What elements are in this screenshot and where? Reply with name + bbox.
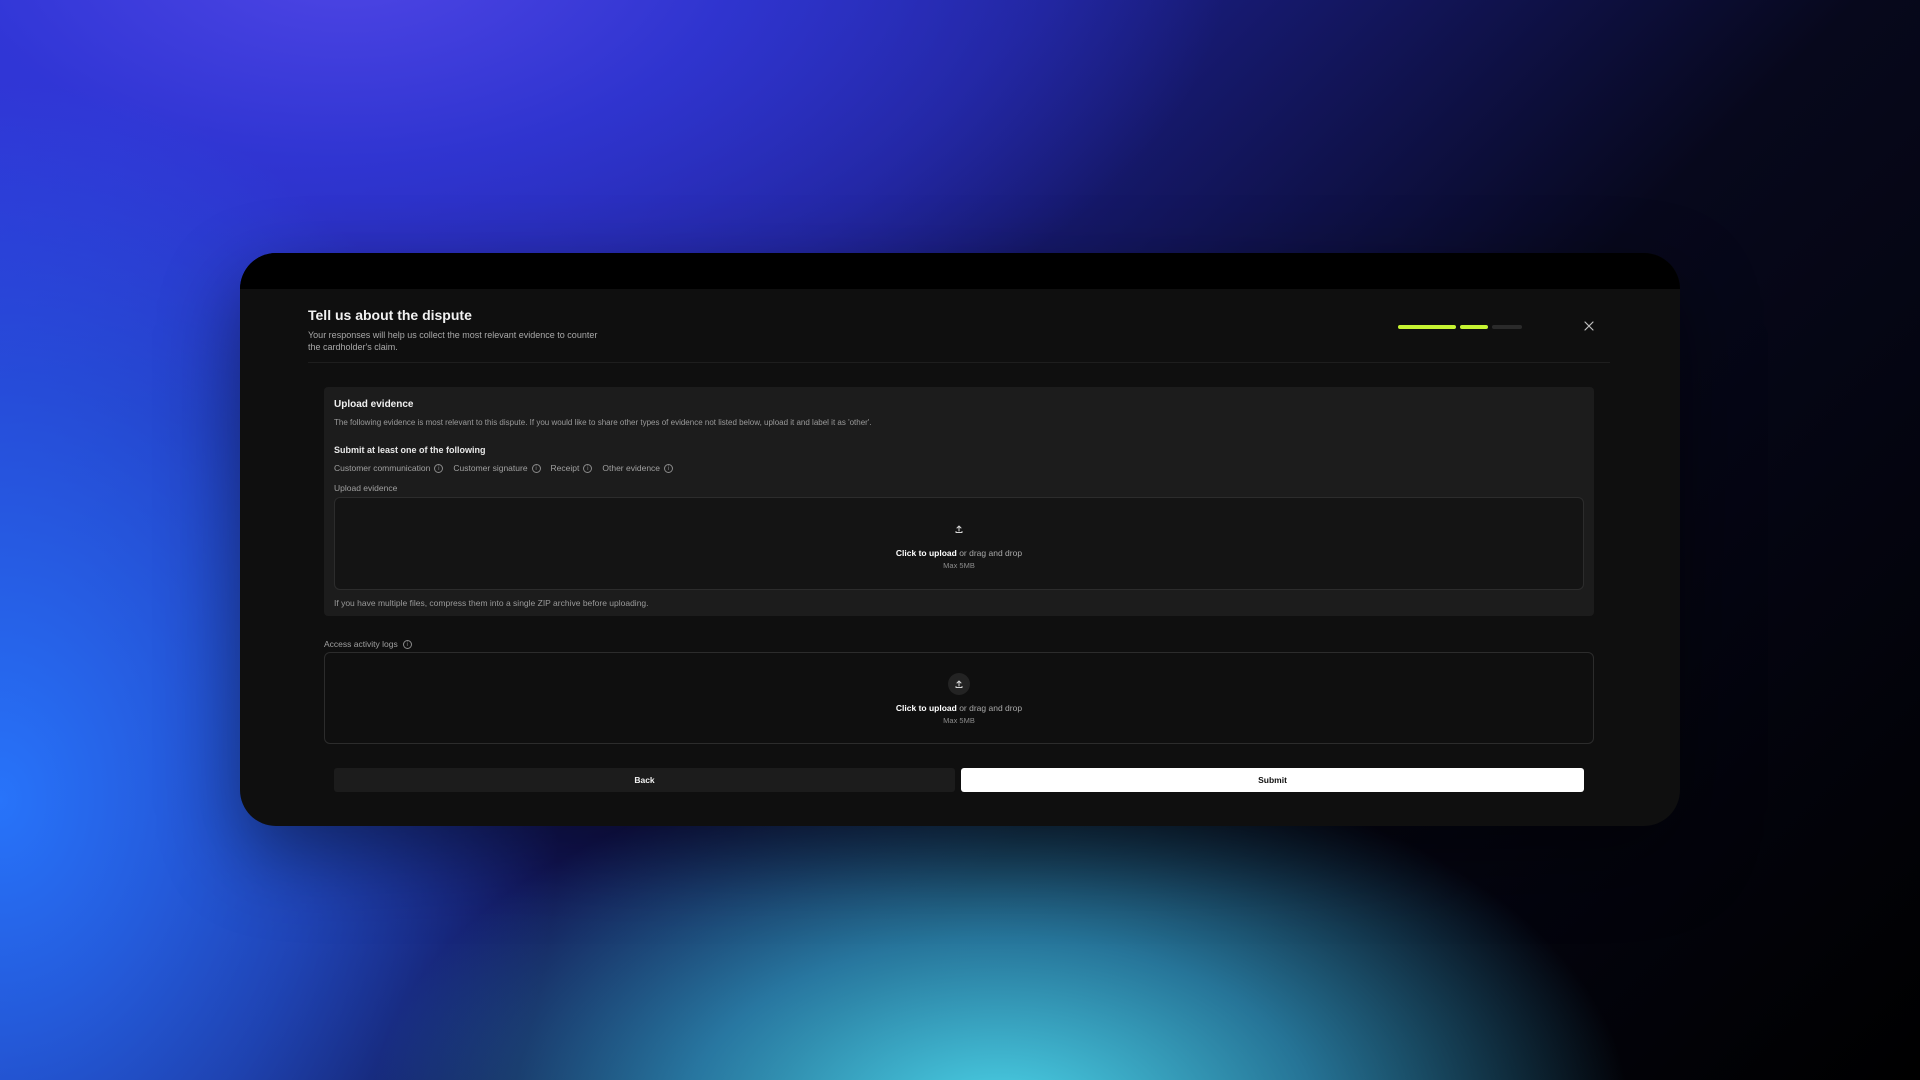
upload-instruction: Click to upload or drag and drop (335, 548, 1583, 558)
zip-hint: If you have multiple files, compress the… (334, 598, 649, 608)
requirement-title: Submit at least one of the following (334, 445, 486, 455)
close-button[interactable] (1583, 321, 1595, 333)
info-icon[interactable]: i (531, 463, 541, 473)
info-icon[interactable]: i (583, 463, 593, 473)
requirement-item: Customer communication i (334, 463, 444, 473)
modal-header: Tell us about the dispute Your responses… (308, 307, 1610, 365)
upload-evidence-label: Upload evidence (334, 483, 398, 493)
activity-logs-dropzone[interactable]: Click to upload or drag and drop Max 5MB (324, 652, 1594, 744)
progress-step (1492, 325, 1522, 329)
dispute-modal-window: Tell us about the dispute Your responses… (240, 253, 1680, 826)
click-to-upload-link[interactable]: Click to upload (896, 703, 957, 713)
close-icon (1584, 321, 1594, 331)
info-icon[interactable]: i (402, 639, 412, 649)
click-to-upload-link[interactable]: Click to upload (896, 548, 957, 558)
evidence-dropzone[interactable]: Click to upload or drag and drop Max 5MB (334, 497, 1584, 590)
requirement-label: Other evidence (602, 463, 661, 473)
page-title: Tell us about the dispute (308, 307, 472, 323)
requirement-item: Other evidence i (602, 463, 674, 473)
drag-drop-text: or drag and drop (956, 548, 1023, 558)
progress-step (1398, 325, 1456, 329)
requirement-list: Customer communication i Customer signat… (334, 463, 674, 473)
requirement-item: Receipt i (551, 463, 593, 473)
requirement-item: Customer signature i (453, 463, 541, 473)
page-subtitle: Your responses will help us collect the … (308, 330, 598, 352)
header-divider (308, 362, 1610, 363)
requirement-label: Customer communication (334, 463, 431, 473)
upload-instruction: Click to upload or drag and drop (325, 703, 1593, 713)
info-icon[interactable]: i (664, 463, 674, 473)
requirement-label: Receipt (550, 463, 580, 473)
section-title: Upload evidence (334, 399, 414, 410)
progress-step (1460, 325, 1488, 329)
submit-button[interactable]: Submit (961, 768, 1584, 792)
requirement-label: Customer signature (453, 463, 528, 473)
upload-max-size: Max 5MB (943, 561, 975, 570)
window-topbar (240, 253, 1680, 289)
progress-bar (1398, 325, 1522, 329)
upload-icon (948, 673, 970, 695)
back-button[interactable]: Back (334, 768, 955, 792)
drag-drop-text: or drag and drop (956, 703, 1023, 713)
progress-indicator (1398, 325, 1522, 329)
upload-icon (948, 518, 970, 540)
upload-evidence-card: Upload evidence The following evidence i… (324, 387, 1594, 616)
section-description: The following evidence is most relevant … (334, 418, 872, 427)
activity-logs-label: Access activity logs (324, 639, 398, 649)
activity-logs-label-row: Access activity logs i (324, 639, 412, 649)
upload-max-size: Max 5MB (943, 716, 975, 725)
info-icon[interactable]: i (434, 463, 444, 473)
